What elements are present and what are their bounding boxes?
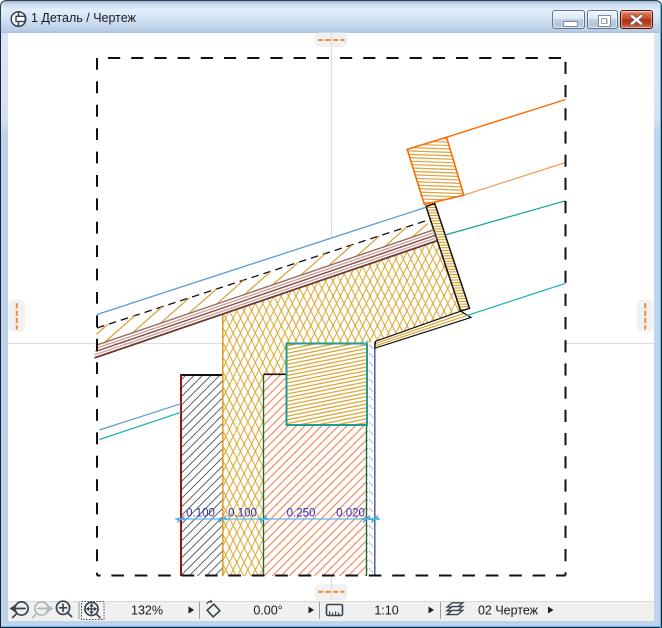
svg-text:0.100: 0.100 (228, 508, 257, 520)
svg-text:132%: 132% (131, 604, 163, 618)
svg-text:0.100: 0.100 (186, 508, 215, 520)
svg-text:0.00°: 0.00° (253, 604, 282, 618)
svg-text:1:10: 1:10 (374, 604, 398, 618)
svg-text:02 Чертеж: 02 Чертеж (478, 604, 539, 618)
svg-text:0.020: 0.020 (336, 508, 365, 520)
svg-text:0.250: 0.250 (287, 508, 316, 520)
